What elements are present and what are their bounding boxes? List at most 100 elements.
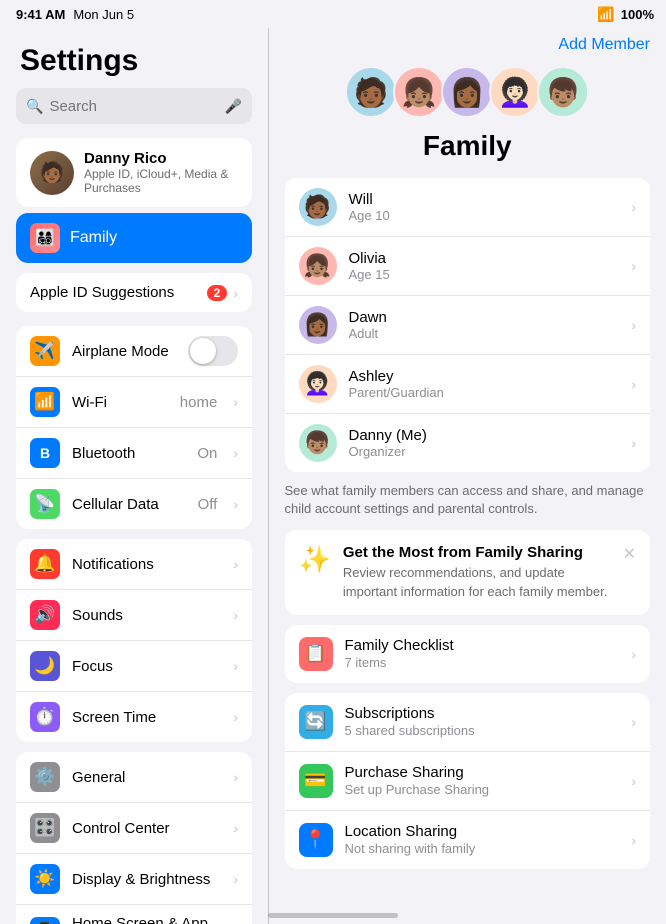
avatar-ashley-member: 👩🏻‍🦱: [299, 365, 337, 403]
member-name-dawn: Dawn: [349, 309, 620, 326]
family-title-section: Family: [269, 122, 666, 178]
family-avatars-row: 🧑🏾 👧🏽 👩🏾 👩🏻‍🦱 👦🏽: [269, 58, 666, 122]
date-display: Mon Jun 5: [73, 7, 134, 22]
checklist-icon: 📋: [299, 637, 333, 671]
location-sharing-subtitle: Not sharing with family: [345, 841, 620, 856]
sidebar-item-general[interactable]: ⚙️ General ›: [16, 752, 252, 803]
screen-time-label: Screen Time: [72, 709, 221, 726]
focus-icon: 🌙: [30, 651, 60, 681]
tip-close-button[interactable]: ✕: [623, 544, 636, 564]
wifi-value: home: [180, 394, 218, 411]
microphone-icon[interactable]: 🎤: [225, 98, 242, 115]
profile-name: Danny Rico: [84, 150, 238, 167]
chevron-right-icon: ›: [233, 871, 238, 887]
airplane-mode-label: Airplane Mode: [72, 343, 176, 360]
feature-subscriptions-row[interactable]: 🔄 Subscriptions 5 shared subscriptions ›: [285, 693, 651, 752]
chevron-right-icon: ›: [233, 394, 238, 410]
location-sharing-icon: 📍: [299, 823, 333, 857]
airplane-mode-icon: ✈️: [30, 336, 60, 366]
member-row-danny[interactable]: 👦🏽 Danny (Me) Organizer ›: [285, 414, 651, 472]
battery-display: 100%: [621, 7, 654, 22]
sidebar-item-wifi[interactable]: 📶 Wi-Fi home ›: [16, 377, 252, 428]
sidebar-item-focus[interactable]: 🌙 Focus ›: [16, 641, 252, 692]
avatar: 🧑🏾: [30, 151, 74, 195]
family-members-card: 🧑🏾 Will Age 10 › 👧🏽 Olivia Age 15 › 👩🏾: [285, 178, 651, 472]
sidebar-item-home-screen[interactable]: 📱 Home Screen & App Library ›: [16, 905, 252, 924]
search-bar[interactable]: 🔍 🎤: [16, 88, 252, 124]
sidebar-item-bluetooth[interactable]: B Bluetooth On ›: [16, 428, 252, 479]
tip-description: Review recommendations, and update impor…: [343, 564, 611, 600]
wifi-settings-icon: 📶: [30, 387, 60, 417]
member-row-ashley[interactable]: 👩🏻‍🦱 Ashley Parent/Guardian ›: [285, 355, 651, 414]
chevron-right-icon: ›: [233, 496, 238, 512]
sidebar-item-airplane-mode[interactable]: ✈️ Airplane Mode: [16, 326, 252, 377]
cellular-label: Cellular Data: [72, 496, 186, 513]
avatar-dawn-member: 👩🏾: [299, 306, 337, 344]
display-label: Display & Brightness: [72, 871, 221, 888]
apple-id-suggestions-row[interactable]: Apple ID Suggestions 2 ›: [16, 273, 252, 312]
search-icon: 🔍: [26, 98, 43, 115]
checklist-title: Family Checklist: [345, 637, 620, 654]
member-role-olivia: Age 15: [349, 267, 620, 282]
avatar-danny: 👦🏽: [537, 66, 589, 118]
chevron-right-icon: ›: [631, 714, 636, 730]
sidebar-item-display[interactable]: ☀️ Display & Brightness ›: [16, 854, 252, 905]
add-member-button[interactable]: Add Member: [558, 36, 650, 54]
suggestions-badge: 2: [207, 285, 228, 301]
general-icon: ⚙️: [30, 762, 60, 792]
feature-checklist-row[interactable]: 📋 Family Checklist 7 items ›: [285, 625, 651, 683]
notifications-settings-group: 🔔 Notifications › 🔊 Sounds › 🌙 Focus › ⏱…: [16, 539, 252, 742]
sidebar-item-notifications[interactable]: 🔔 Notifications ›: [16, 539, 252, 590]
member-role-danny: Organizer: [349, 444, 620, 459]
chevron-right-icon: ›: [233, 445, 238, 461]
chevron-right-icon: ›: [631, 317, 636, 333]
member-role-ashley: Parent/Guardian: [349, 385, 620, 400]
sidebar-item-control-center[interactable]: 🎛️ Control Center ›: [16, 803, 252, 854]
chevron-right-icon: ›: [631, 258, 636, 274]
feature-location-sharing-row[interactable]: 📍 Location Sharing Not sharing with fami…: [285, 811, 651, 869]
display-icon: ☀️: [30, 864, 60, 894]
sounds-icon: 🔊: [30, 600, 60, 630]
location-sharing-title: Location Sharing: [345, 823, 620, 840]
general-settings-group: ⚙️ General › 🎛️ Control Center › ☀️ Disp…: [16, 752, 252, 924]
sidebar-item-cellular[interactable]: 📡 Cellular Data Off ›: [16, 479, 252, 529]
family-title: Family: [269, 130, 666, 162]
member-name-will: Will: [349, 191, 620, 208]
home-screen-icon: 📱: [30, 917, 60, 924]
chevron-right-icon: ›: [233, 556, 238, 572]
screen-time-icon: ⏱️: [30, 702, 60, 732]
feature-purchase-sharing-row[interactable]: 💳 Purchase Sharing Set up Purchase Shari…: [285, 752, 651, 811]
member-row-dawn[interactable]: 👩🏾 Dawn Adult ›: [285, 296, 651, 355]
avatar-will: 🧑🏾: [345, 66, 397, 118]
member-row-will[interactable]: 🧑🏾 Will Age 10 ›: [285, 178, 651, 237]
search-input[interactable]: [49, 98, 218, 115]
subscriptions-purchases-card: 🔄 Subscriptions 5 shared subscriptions ›…: [285, 693, 651, 869]
subscriptions-subtitle: 5 shared subscriptions: [345, 723, 620, 738]
home-indicator: [268, 913, 398, 918]
chevron-right-icon: ›: [233, 820, 238, 836]
chevron-right-icon: ›: [631, 773, 636, 789]
sidebar-item-sounds[interactable]: 🔊 Sounds ›: [16, 590, 252, 641]
home-screen-label: Home Screen & App Library: [72, 915, 221, 924]
tip-sparkle-icon: ✨: [299, 544, 331, 575]
chevron-right-icon: ›: [631, 646, 636, 662]
wifi-icon: 📶: [597, 6, 614, 23]
bluetooth-icon: B: [30, 438, 60, 468]
profile-row[interactable]: 🧑🏾 Danny Rico Apple ID, iCloud+, Media &…: [16, 138, 252, 207]
profile-subtitle: Apple ID, iCloud+, Media & Purchases: [84, 167, 238, 195]
sidebar: Settings 🔍 🎤 🧑🏾 Danny Rico Apple ID, iCl…: [0, 28, 268, 924]
airplane-mode-toggle[interactable]: [188, 336, 238, 366]
sidebar-item-screen-time[interactable]: ⏱️ Screen Time ›: [16, 692, 252, 742]
sidebar-item-family[interactable]: 👨‍👩‍👧‍👦 Family: [16, 213, 252, 263]
notifications-icon: 🔔: [30, 549, 60, 579]
chevron-right-icon: ›: [631, 376, 636, 392]
chevron-right-icon: ›: [631, 832, 636, 848]
avatar-olivia-member: 👧🏽: [299, 247, 337, 285]
sidebar-title: Settings: [0, 40, 268, 88]
member-role-dawn: Adult: [349, 326, 620, 341]
chevron-right-icon: ›: [233, 658, 238, 674]
focus-label: Focus: [72, 658, 221, 675]
features-card: 📋 Family Checklist 7 items ›: [285, 625, 651, 683]
member-row-olivia[interactable]: 👧🏽 Olivia Age 15 ›: [285, 237, 651, 296]
checklist-subtitle: 7 items: [345, 655, 620, 670]
